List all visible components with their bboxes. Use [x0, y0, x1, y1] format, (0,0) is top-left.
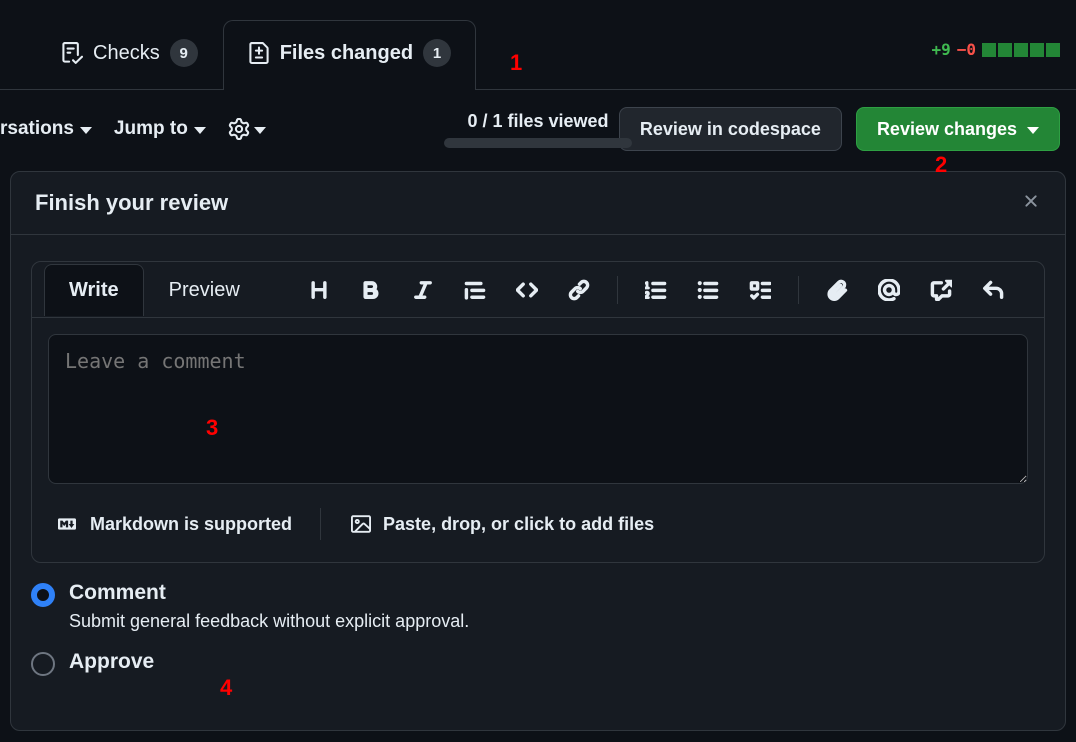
- code-icon: [516, 279, 538, 301]
- preview-tab[interactable]: Preview: [144, 264, 265, 316]
- file-diff-icon: [248, 42, 270, 64]
- unordered-list-icon: [697, 279, 719, 301]
- tab-files-changed-counter: 1: [423, 39, 451, 67]
- bold-icon: [360, 279, 382, 301]
- conversations-dropdown[interactable]: rsations: [0, 118, 92, 140]
- write-tab[interactable]: Write: [44, 264, 144, 316]
- reply-button[interactable]: [979, 276, 1007, 304]
- unordered-list-button[interactable]: [694, 276, 722, 304]
- heading-button[interactable]: [305, 276, 333, 304]
- x-icon: [1021, 191, 1041, 211]
- option-approve-radio[interactable]: [31, 652, 55, 676]
- markdown-toolbar: [305, 276, 1007, 304]
- comment-tabs: Write Preview: [32, 262, 1044, 318]
- link-icon: [568, 279, 590, 301]
- review-popover: Finish your review Write Preview: [10, 171, 1066, 731]
- files-toolbar: rsations Jump to 0 / 1 files viewed Revi…: [0, 90, 1076, 168]
- files-viewed-progress: [444, 138, 632, 148]
- image-icon: [349, 514, 373, 534]
- tab-files-changed[interactable]: Files changed 1: [223, 20, 476, 89]
- review-popover-header: Finish your review: [11, 172, 1065, 235]
- diffstat: +9 −0: [931, 40, 1060, 59]
- cross-reference-button[interactable]: [927, 276, 955, 304]
- task-list-button[interactable]: [746, 276, 774, 304]
- task-list-icon: [749, 279, 771, 301]
- markdown-icon: [54, 515, 80, 533]
- italic-icon: [412, 279, 434, 301]
- pr-tabs: Checks 9 Files changed 1 +9 −0: [0, 0, 1076, 90]
- review-in-codespace-button[interactable]: Review in codespace: [619, 107, 842, 151]
- heading-icon: [308, 279, 330, 301]
- footer-separator: [320, 508, 321, 540]
- tab-checks-counter: 9: [170, 39, 198, 67]
- conversations-label: rsations: [0, 118, 74, 140]
- ordered-list-button[interactable]: [642, 276, 670, 304]
- mention-button[interactable]: [875, 276, 903, 304]
- markdown-help-label: Markdown is supported: [90, 514, 292, 535]
- files-viewed-text: 0 / 1 files viewed: [444, 111, 632, 132]
- bold-button[interactable]: [357, 276, 385, 304]
- diffstat-additions: +9: [931, 40, 950, 59]
- tab-checks-label: Checks: [93, 42, 160, 65]
- comment-box: Write Preview: [31, 261, 1045, 563]
- caret-down-icon: [254, 127, 266, 134]
- option-approve-label: Approve: [69, 650, 154, 674]
- diffstat-blocks: [982, 43, 1060, 57]
- review-comment-textarea[interactable]: [48, 334, 1028, 484]
- close-button[interactable]: [1021, 191, 1041, 215]
- review-popover-title: Finish your review: [35, 190, 228, 216]
- jump-to-dropdown[interactable]: Jump to: [114, 118, 206, 140]
- option-comment-label: Comment: [69, 581, 469, 605]
- italic-button[interactable]: [409, 276, 437, 304]
- diff-settings-button[interactable]: [228, 118, 266, 140]
- review-options: Comment Submit general feedback without …: [11, 563, 1065, 676]
- cross-reference-icon: [930, 279, 952, 301]
- link-button[interactable]: [565, 276, 593, 304]
- code-button[interactable]: [513, 276, 541, 304]
- review-changes-button[interactable]: Review changes: [856, 107, 1060, 151]
- caret-down-icon: [80, 127, 92, 134]
- caret-down-icon: [194, 127, 206, 134]
- files-viewed-indicator: 0 / 1 files viewed: [444, 111, 632, 148]
- review-changes-label: Review changes: [877, 119, 1017, 140]
- comment-footer: Markdown is supported Paste, drop, or cl…: [32, 504, 1044, 562]
- attach-files-label: Paste, drop, or click to add files: [383, 514, 654, 535]
- ordered-list-icon: [645, 279, 667, 301]
- diffstat-deletions: −0: [957, 40, 976, 59]
- toolbar-separator: [617, 276, 618, 304]
- attach-files-link[interactable]: Paste, drop, or click to add files: [349, 514, 654, 535]
- review-in-codespace-label: Review in codespace: [640, 119, 821, 140]
- caret-down-icon: [1027, 127, 1039, 134]
- gear-icon: [228, 118, 250, 140]
- quote-icon: [464, 279, 486, 301]
- reply-icon: [982, 279, 1004, 301]
- jump-to-label: Jump to: [114, 118, 188, 140]
- toolbar-separator: [798, 276, 799, 304]
- tab-checks[interactable]: Checks 9: [36, 20, 223, 89]
- option-comment-desc: Submit general feedback without explicit…: [69, 611, 469, 632]
- attach-button[interactable]: [823, 276, 851, 304]
- mention-icon: [878, 279, 900, 301]
- quote-button[interactable]: [461, 276, 489, 304]
- paperclip-icon: [826, 279, 848, 301]
- tab-files-changed-label: Files changed: [280, 42, 413, 65]
- option-comment-radio[interactable]: [31, 583, 55, 607]
- checklist-icon: [61, 42, 83, 64]
- markdown-help-link[interactable]: Markdown is supported: [54, 514, 292, 535]
